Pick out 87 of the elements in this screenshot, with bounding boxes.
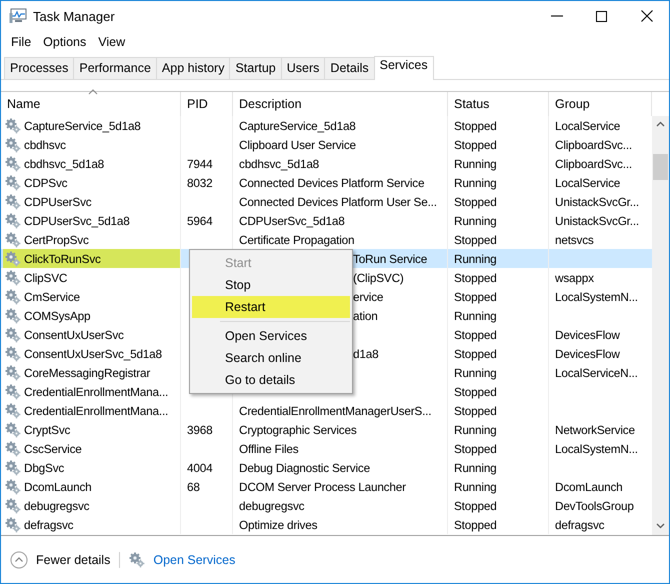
service-description: ToRun Service	[353, 252, 428, 266]
service-status: Running	[454, 176, 497, 190]
service-name: cbdhsvc	[24, 138, 66, 152]
process-id: 68	[187, 480, 200, 494]
service-name: COMSysApp	[24, 308, 90, 322]
service-name: CDPUserSvc_5d1a8	[24, 214, 130, 228]
service-description: Connected Devices Platform Service	[239, 176, 424, 190]
service-status: Running	[454, 156, 497, 170]
service-status: Stopped	[454, 232, 497, 246]
service-description: d1a8	[353, 346, 378, 360]
service-status: Stopped	[454, 346, 497, 360]
service-group: UnistackSvcGr...	[555, 214, 639, 228]
service-name: CmService	[24, 290, 80, 304]
service-description: Debug Diagnostic Service	[239, 460, 370, 474]
service-status: Running	[454, 422, 497, 436]
service-group: DcomLaunch	[555, 480, 623, 494]
service-group: LocalService	[555, 118, 620, 132]
service-status: Running	[454, 366, 497, 380]
service-group: wsappx	[555, 270, 594, 284]
service-group: DevToolsGroup	[555, 498, 634, 512]
service-name: DbgSvc	[24, 460, 64, 474]
service-status: Stopped	[454, 404, 497, 418]
service-status: Running	[454, 480, 497, 494]
service-status: Stopped	[454, 290, 497, 304]
service-description: (ClipSVC)	[353, 270, 404, 284]
service-status: Running	[454, 460, 497, 474]
service-name: CaptureService_5d1a8	[24, 118, 141, 132]
service-description: Connected Devices Platform User Se...	[239, 194, 437, 208]
service-status: Stopped	[454, 384, 497, 398]
process-id: 4004	[187, 460, 212, 474]
service-group: ClipboardSvc...	[555, 156, 632, 170]
service-group: DevicesFlow	[555, 328, 620, 342]
service-description: ation	[353, 308, 378, 322]
service-description: Optimize drives	[239, 518, 318, 532]
service-status: Stopped	[454, 194, 497, 208]
service-description: debugregsvc	[239, 498, 304, 512]
service-name: cbdhsvc_5d1a8	[24, 156, 104, 170]
service-name: ClipSVC	[24, 270, 68, 284]
service-status: Stopped	[454, 328, 497, 342]
service-description: Offline Files	[239, 442, 298, 456]
service-status: Running	[454, 214, 497, 228]
window-title: Task Manager	[33, 8, 115, 24]
service-status: Stopped	[454, 518, 497, 532]
service-group: defragsvc	[555, 518, 604, 532]
service-name: DcomLaunch	[24, 480, 92, 494]
service-name: CDPSvc	[24, 176, 68, 190]
service-status: Stopped	[454, 442, 497, 456]
process-id: 7944	[187, 156, 212, 170]
service-description: CaptureService_5d1a8	[239, 118, 356, 132]
service-group: LocalSystemN...	[555, 442, 638, 456]
service-name: CertPropSvc	[24, 232, 89, 246]
service-description: CredentialEnrollmentManagerUserS...	[239, 404, 432, 418]
service-group: netsvcs	[555, 232, 594, 246]
service-name: CredentialEnrollmentMana...	[24, 384, 168, 398]
process-id: 8032	[187, 176, 212, 190]
process-id: 5964	[187, 214, 212, 228]
service-name: ConsentUxUserSvc_5d1a8	[24, 346, 162, 360]
service-name: CDPUserSvc	[24, 194, 92, 208]
service-name: defragsvc	[24, 518, 74, 532]
service-group: UnistackSvcGr...	[555, 194, 639, 208]
service-description: Cryptographic Services	[239, 422, 357, 436]
service-status: Stopped	[454, 498, 497, 512]
service-group: ClipboardSvc...	[555, 138, 632, 152]
service-name: ClickToRunSvc	[24, 252, 101, 266]
service-description: ervice	[353, 290, 384, 304]
service-description: cbdhsvc_5d1a8	[239, 156, 320, 170]
service-name: CryptSvc	[24, 422, 70, 436]
service-name: CscService	[24, 442, 82, 456]
service-status: Stopped	[454, 138, 497, 152]
service-description: Certificate Propagation	[239, 232, 354, 246]
service-name: ConsentUxUserSvc	[24, 328, 124, 342]
service-name: CredentialEnrollmentMana...	[24, 404, 168, 418]
service-group: LocalSystemN...	[555, 290, 638, 304]
service-group: DevicesFlow	[555, 346, 620, 360]
service-status: Stopped	[454, 270, 497, 284]
service-description: DCOM Server Process Launcher	[239, 480, 406, 494]
service-group: LocalServiceN...	[555, 366, 638, 380]
service-status: Running	[454, 252, 497, 266]
service-group: LocalService	[555, 176, 620, 190]
service-description: Clipboard User Service	[239, 138, 356, 152]
service-name: debugregsvc	[24, 498, 90, 512]
process-id: 3968	[187, 422, 212, 436]
service-name: CoreMessagingRegistrar	[24, 366, 150, 380]
service-status: Stopped	[454, 118, 497, 132]
service-status: Running	[454, 308, 497, 322]
service-description: CDPUserSvc_5d1a8	[239, 214, 345, 228]
service-group: NetworkService	[555, 422, 635, 436]
